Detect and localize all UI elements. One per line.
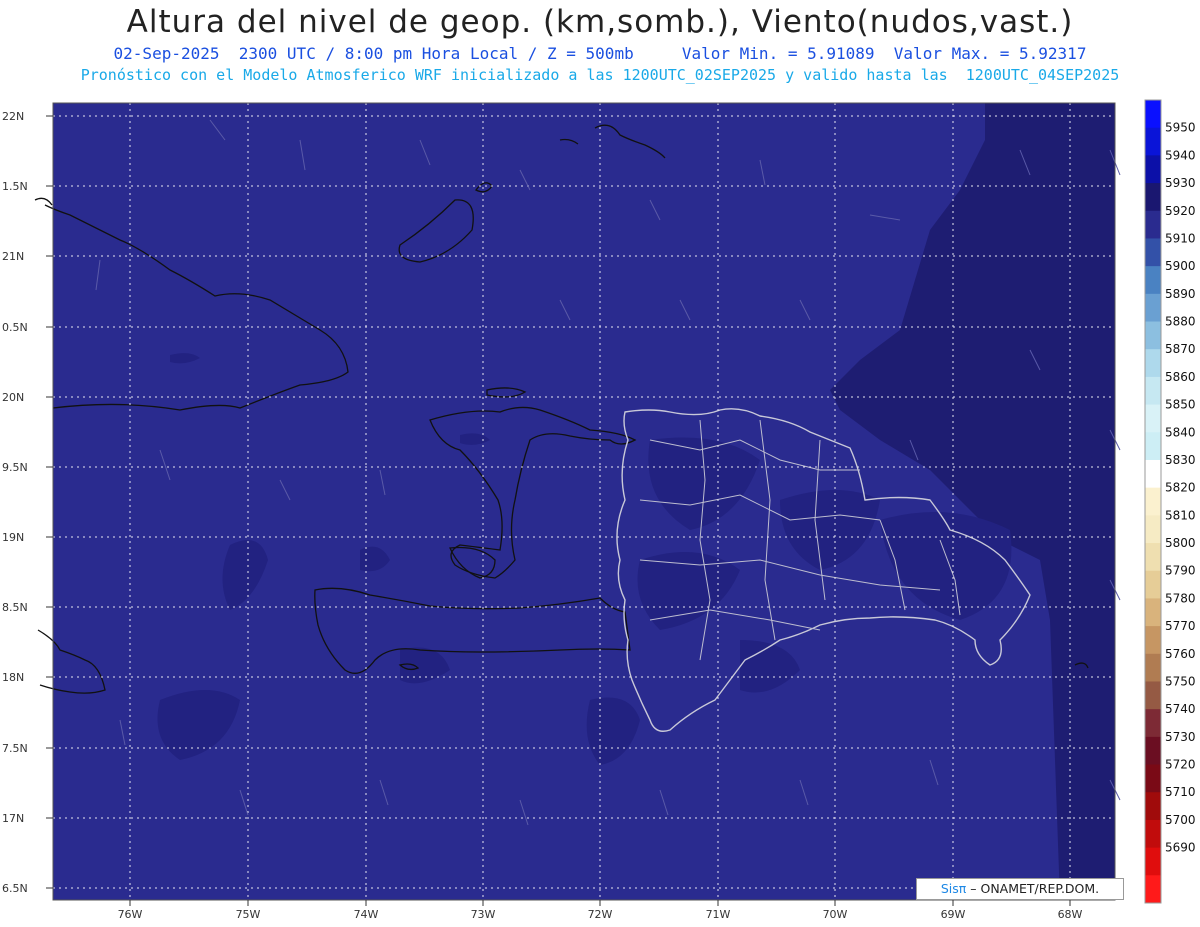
colorbar-swatch xyxy=(1145,404,1161,433)
colorbar-label: 5730 xyxy=(1165,730,1196,744)
colorbar-swatch xyxy=(1145,459,1161,489)
colorbar-swatch xyxy=(1145,736,1161,766)
sispi-logo: Sisπ xyxy=(940,881,967,896)
colorbar-swatch xyxy=(1145,819,1161,849)
colorbar-swatch xyxy=(1145,155,1161,184)
colorbar-label: 5780 xyxy=(1165,591,1196,605)
colorbar-label: 5690 xyxy=(1165,841,1196,855)
colorbar-swatch xyxy=(1145,293,1161,323)
lat-label: 9.5N xyxy=(2,461,28,474)
colorbar-swatch xyxy=(1145,681,1161,710)
colorbar-label: 5840 xyxy=(1165,425,1196,439)
colorbar-label: 5850 xyxy=(1165,398,1196,412)
lat-label: 6.5N xyxy=(2,882,28,895)
lat-label: 22N xyxy=(2,110,24,123)
colorbar-label: 5890 xyxy=(1165,287,1196,301)
colorbar-swatch xyxy=(1145,709,1161,738)
lon-label: 68W xyxy=(1058,908,1083,921)
credit-box: Sisπ – ONAMET/REP.DOM. xyxy=(916,878,1124,900)
colorbar-label: 5810 xyxy=(1165,508,1196,522)
lon-label: 75W xyxy=(236,908,261,921)
colorbar-label: 5910 xyxy=(1165,231,1196,245)
colorbar-label: 5790 xyxy=(1165,564,1196,578)
lon-label: 71W xyxy=(706,908,731,921)
colorbar-label: 5900 xyxy=(1165,259,1196,273)
colorbar-swatch xyxy=(1145,487,1161,516)
lat-label: 1.5N xyxy=(2,180,28,193)
colorbar-swatch xyxy=(1145,349,1161,378)
lon-label: 70W xyxy=(823,908,848,921)
colorbar-swatch xyxy=(1145,626,1161,655)
colorbar-label: 5700 xyxy=(1165,813,1196,827)
colorbar-swatch xyxy=(1145,321,1161,350)
lat-label: 20N xyxy=(2,391,24,404)
colorbar: 5950 5940 5930 5920 5910 5900 5890 5880 5870 5860… xyxy=(1144,99,1196,904)
lat-label: 0.5N xyxy=(2,321,28,334)
colorbar-swatch xyxy=(1145,376,1161,406)
latitude-axis: 22N 1.5N 21N 0.5N 20N 9.5N 19N 8.5N 18N … xyxy=(2,110,53,895)
colorbar-label: 5760 xyxy=(1165,647,1196,661)
credit-text: – ONAMET/REP.DOM. xyxy=(966,881,1100,896)
colorbar-swatch xyxy=(1145,238,1161,267)
lat-label: 18N xyxy=(2,671,24,684)
lat-label: 7.5N xyxy=(2,742,28,755)
colorbar-label: 5950 xyxy=(1165,121,1196,135)
colorbar-label: 5860 xyxy=(1165,370,1196,384)
colorbar-label: 5720 xyxy=(1165,758,1196,772)
colorbar-label: 5830 xyxy=(1165,453,1196,467)
colorbar-swatch xyxy=(1145,764,1161,793)
colorbar-label: 5750 xyxy=(1165,674,1196,688)
colorbar-label: 5880 xyxy=(1165,315,1196,329)
colorbar-swatch xyxy=(1145,570,1161,599)
lon-label: 73W xyxy=(471,908,496,921)
colorbar-label: 5940 xyxy=(1165,148,1196,162)
lon-label: 76W xyxy=(118,908,143,921)
lon-label: 69W xyxy=(941,908,966,921)
colorbar-swatch xyxy=(1145,598,1161,627)
colorbar-label: 5870 xyxy=(1165,342,1196,356)
colorbar-swatch xyxy=(1145,127,1161,156)
lon-label: 74W xyxy=(354,908,379,921)
colorbar-swatch xyxy=(1145,183,1161,212)
colorbar-swatch xyxy=(1145,847,1161,876)
colorbar-swatch xyxy=(1145,653,1161,682)
colorbar-swatch xyxy=(1145,792,1161,821)
lon-label: 72W xyxy=(588,908,613,921)
lat-label: 21N xyxy=(2,250,24,263)
longitude-axis: 76W 75W 74W 73W 72W 71W 70W 69W 68W xyxy=(118,900,1083,921)
forecast-map: 22N 1.5N 21N 0.5N 20N 9.5N 19N 8.5N 18N … xyxy=(2,99,1196,921)
colorbar-swatch xyxy=(1145,515,1161,544)
colorbar-swatch xyxy=(1145,875,1161,904)
colorbar-swatch xyxy=(1145,210,1161,239)
colorbar-label: 5820 xyxy=(1165,481,1196,495)
colorbar-label: 5800 xyxy=(1165,536,1196,550)
colorbar-label: 5740 xyxy=(1165,702,1196,716)
colorbar-label: 5710 xyxy=(1165,785,1196,799)
colorbar-swatch xyxy=(1145,100,1161,129)
lat-label: 17N xyxy=(2,812,24,825)
lat-label: 19N xyxy=(2,531,24,544)
colorbar-swatch xyxy=(1145,543,1161,572)
lat-label: 8.5N xyxy=(2,601,28,614)
colorbar-swatch xyxy=(1145,266,1161,295)
colorbar-label: 5930 xyxy=(1165,176,1196,190)
colorbar-label: 5770 xyxy=(1165,619,1196,633)
colorbar-label: 5920 xyxy=(1165,204,1196,218)
colorbar-swatch xyxy=(1145,432,1161,461)
